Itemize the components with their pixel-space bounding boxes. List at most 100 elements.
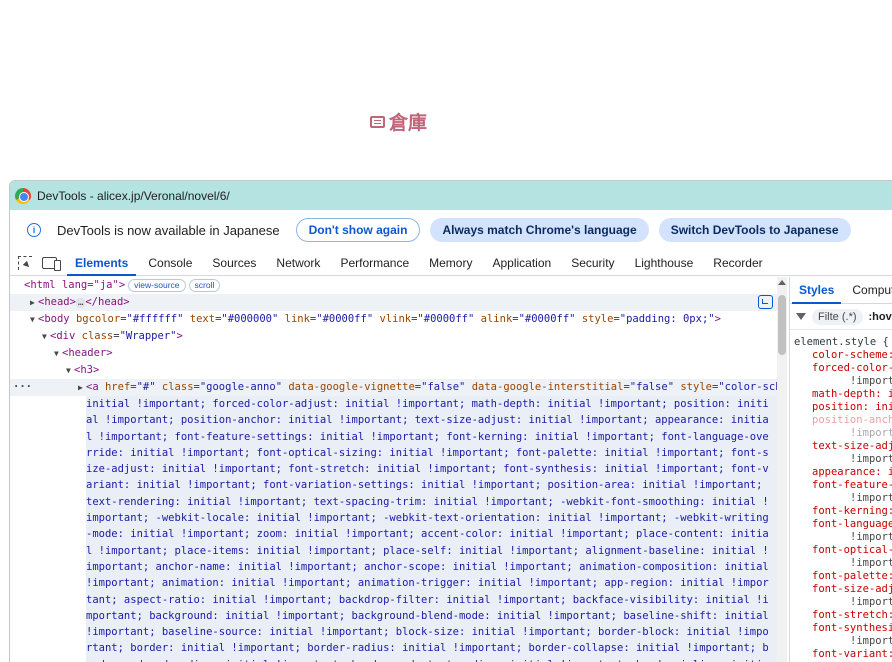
attr-value: "false" bbox=[629, 381, 675, 393]
regex-toggle[interactable]: (.*) bbox=[842, 311, 857, 323]
css-property[interactable]: font-size-adju bbox=[794, 583, 892, 596]
dom-node-div-wrapper[interactable]: ▼ <div class="Wrapper"> bbox=[10, 328, 777, 345]
dont-show-again-button[interactable]: Don't show again bbox=[295, 218, 421, 242]
attr-value: "google-anno" bbox=[199, 381, 283, 393]
css-property[interactable]: math-depth: i bbox=[794, 388, 892, 401]
css-property[interactable]: position-ancho bbox=[794, 414, 892, 427]
collapse-triangle-icon[interactable]: ▼ bbox=[66, 362, 74, 379]
always-match-language-button[interactable]: Always match Chrome's language bbox=[430, 218, 649, 242]
css-important-flag[interactable]: !importa bbox=[794, 557, 892, 570]
attr-name: style bbox=[581, 313, 614, 325]
devtools-window: DevTools - alicex.jp/Veronal/novel/6/ i … bbox=[9, 180, 892, 662]
attr-value: "Wrapper" bbox=[119, 330, 177, 342]
tab-recorder[interactable]: Recorder bbox=[703, 256, 772, 275]
css-property[interactable]: font-stretch: bbox=[794, 609, 892, 622]
attr-name: data-google-interstitial bbox=[471, 381, 624, 393]
book-icon bbox=[370, 115, 385, 128]
attr-name: data-google-vignette bbox=[288, 381, 415, 393]
dom-node-html[interactable]: <html lang="ja"> view-source scroll bbox=[10, 277, 777, 294]
css-important-flag[interactable]: !importa bbox=[794, 492, 892, 505]
scroll-badge[interactable]: scroll bbox=[188, 278, 221, 292]
expand-triangle-icon[interactable]: ▶ bbox=[30, 294, 38, 311]
html-tag: <html lang="ja"> bbox=[24, 279, 126, 291]
css-property[interactable]: font-palette: bbox=[794, 570, 892, 583]
tab-styles[interactable]: Styles bbox=[790, 283, 843, 304]
attr-name: class bbox=[81, 330, 114, 342]
tab-memory[interactable]: Memory bbox=[419, 256, 482, 275]
dom-node-a[interactable]: ··· ▶ <a href="#" class="google-anno" dat… bbox=[10, 379, 777, 396]
styles-tabbar: Styles Computed bbox=[790, 277, 892, 304]
header-tag: <header> bbox=[62, 347, 113, 359]
attr-name: alink bbox=[480, 313, 513, 325]
body-tag: <body bbox=[38, 313, 70, 325]
chrome-logo-icon bbox=[15, 187, 31, 204]
tab-computed[interactable]: Computed bbox=[843, 283, 892, 303]
elements-scrollbar[interactable] bbox=[777, 277, 787, 662]
tab-performance[interactable]: Performance bbox=[330, 256, 419, 275]
view-source-badge[interactable]: view-source bbox=[128, 278, 186, 292]
css-important-flag[interactable]: !importa bbox=[794, 427, 892, 440]
styles-pane: Styles Computed Filte (.*) :hov element.… bbox=[789, 277, 892, 662]
css-important-flag[interactable]: !importa bbox=[794, 453, 892, 466]
tab-lighthouse[interactable]: Lighthouse bbox=[625, 256, 704, 275]
tab-network[interactable]: Network bbox=[266, 256, 330, 275]
devtools-titlebar[interactable]: DevTools - alicex.jp/Veronal/novel/6/ bbox=[10, 181, 892, 210]
dock-side-icon[interactable] bbox=[758, 295, 773, 309]
div-tag: <div bbox=[50, 330, 76, 342]
attr-value: "#" bbox=[136, 381, 156, 393]
attr-name: text bbox=[189, 313, 216, 325]
tab-console[interactable]: Console bbox=[138, 256, 202, 275]
collapsed-ellipsis[interactable]: … bbox=[75, 298, 86, 308]
css-selector[interactable]: element.style { bbox=[794, 336, 892, 349]
more-actions-icon[interactable]: ··· bbox=[13, 379, 32, 396]
css-important-flag[interactable]: !importa bbox=[794, 531, 892, 544]
collapse-triangle-icon[interactable]: ▼ bbox=[42, 328, 50, 345]
inspect-element-icon[interactable] bbox=[18, 256, 32, 270]
tab-elements[interactable]: Elements bbox=[65, 256, 138, 276]
css-important-flag[interactable]: !importa bbox=[794, 596, 892, 609]
dom-node-head[interactable]: ▶ <head>… </head> bbox=[10, 294, 777, 311]
attr-value: "padding: 0px;" bbox=[619, 313, 715, 325]
css-property[interactable]: forced-color-a bbox=[794, 362, 892, 375]
attr-value: "#0000ff" bbox=[316, 313, 374, 325]
collapse-triangle-icon[interactable]: ▼ bbox=[30, 311, 38, 328]
css-property[interactable]: font-feature-s bbox=[794, 479, 892, 492]
css-rules: element.style { color-scheme: forced-colo… bbox=[790, 336, 892, 662]
scrollbar-thumb[interactable] bbox=[778, 295, 786, 355]
tab-application[interactable]: Application bbox=[482, 256, 561, 275]
styles-filterbar: Filte (.*) :hov bbox=[790, 304, 892, 330]
css-property[interactable]: position: ini bbox=[794, 401, 892, 414]
attr-value: "#0000ff" bbox=[518, 313, 576, 325]
expand-triangle-icon[interactable]: ▶ bbox=[78, 379, 86, 396]
devtools-title: DevTools - alicex.jp/Veronal/novel/6/ bbox=[37, 188, 230, 203]
styles-filter-input[interactable]: Filte (.*) bbox=[812, 308, 863, 325]
dom-node-body[interactable]: ▼ <body bgcolor="#ffffff" text="#000000" … bbox=[10, 311, 777, 328]
page-heading[interactable]: 倉庫 bbox=[370, 108, 427, 135]
css-important-flag[interactable]: !importa bbox=[794, 375, 892, 388]
inline-style-value[interactable]: initial !important; forced-color-adjust:… bbox=[86, 396, 777, 662]
css-property[interactable]: text-size-adju bbox=[794, 440, 892, 453]
filter-icon bbox=[796, 313, 806, 320]
css-property[interactable]: color-scheme: bbox=[794, 349, 892, 362]
devtools-tabbar: Elements Console Sources Network Perform… bbox=[10, 250, 892, 276]
tab-sources[interactable]: Sources bbox=[202, 256, 266, 275]
dom-node-h3[interactable]: ▼ <h3> bbox=[10, 362, 777, 379]
tab-security[interactable]: Security bbox=[561, 256, 624, 275]
css-important-flag[interactable]: !importa bbox=[794, 635, 892, 648]
css-property[interactable]: font-language- bbox=[794, 518, 892, 531]
css-property[interactable]: appearance: i bbox=[794, 466, 892, 479]
elements-panel: <html lang="ja"> view-source scroll ▶ <head… bbox=[10, 277, 777, 662]
device-toolbar-icon[interactable] bbox=[42, 257, 61, 271]
hov-toggle[interactable]: :hov bbox=[869, 311, 892, 323]
dom-node-header[interactable]: ▼ <header> bbox=[10, 345, 777, 362]
head-open-tag: <head> bbox=[38, 296, 76, 308]
scroll-up-arrow-icon[interactable] bbox=[778, 280, 786, 285]
css-property[interactable]: font-optical-s bbox=[794, 544, 892, 557]
css-property[interactable]: font-synthesis bbox=[794, 622, 892, 635]
switch-to-japanese-button[interactable]: Switch DevTools to Japanese bbox=[658, 218, 851, 242]
css-property[interactable]: font-kerning: bbox=[794, 505, 892, 518]
collapse-triangle-icon[interactable]: ▼ bbox=[54, 345, 62, 362]
css-property[interactable]: font-variant: bbox=[794, 648, 892, 661]
attr-name: style bbox=[680, 381, 712, 393]
page-heading-text: 倉庫 bbox=[389, 112, 428, 134]
